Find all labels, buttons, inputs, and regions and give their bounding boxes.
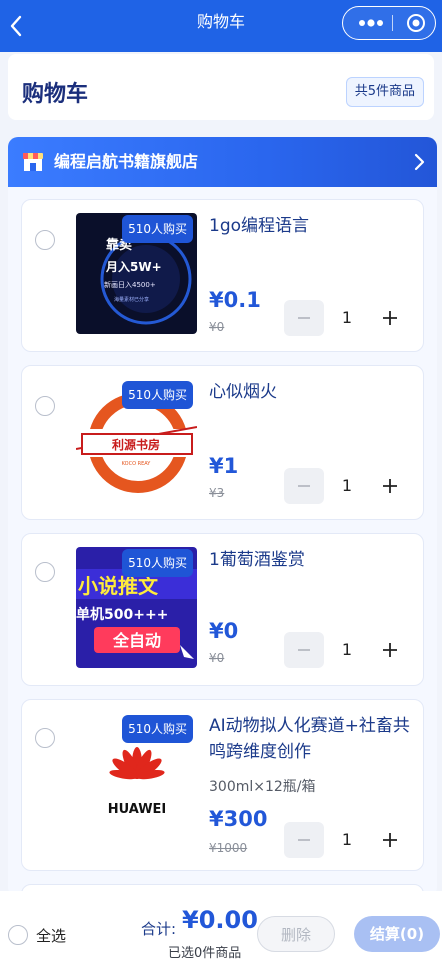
item-original-price: ¥0 [209,320,225,334]
purchase-count-badge: 510人购买 [122,715,193,743]
page-title: 购物车 [22,82,89,107]
cover-line-3: 新画日入4500+ [104,280,156,289]
capsule-divider [392,15,393,31]
item-thumbnail[interactable]: 小说推文 单机500+++ 全自动 510人购买 [76,547,197,668]
chevron-right-icon [414,153,425,171]
cover-line-2: 单机500+++ [76,606,168,623]
shop-header[interactable]: 编程启航书籍旗舰店 [8,137,437,187]
minus-icon [298,485,310,487]
item-original-price: ¥1000 [209,841,248,855]
total-label: 合计: [141,920,177,938]
item-select-radio[interactable] [35,230,55,250]
cart-item: 利源书房 KOCO REAY 510人购买 心似烟火 ¥1 ¥3 1 [21,365,424,520]
select-all-label: 全选 [36,926,67,945]
item-thumbnail[interactable]: HUAWEI 510人购买 [76,713,197,834]
purchase-count-badge: 510人购买 [122,381,193,409]
checkout-button[interactable]: 结算(0) [354,916,440,952]
more-dots-icon [359,19,383,27]
item-name[interactable]: 1go编程语言 [209,213,415,239]
item-name[interactable]: AI动物拟人化赛道+社畜共鸣跨维度创作 [209,713,415,765]
selected-count: 已选0件商品 [168,946,242,961]
plus-icon [383,311,397,325]
total-value: ¥0.00 [182,906,258,934]
delete-button[interactable]: 删除 [257,916,335,952]
item-name[interactable]: 1葡萄酒鉴赏 [209,547,415,573]
minus-button[interactable] [284,632,324,668]
purchase-count-badge: 510人购买 [122,549,193,577]
item-thumbnail[interactable]: 利源书房 KOCO REAY 510人购买 [76,379,197,500]
plus-button[interactable] [370,632,410,668]
item-count-badge: 共5件商品 [345,77,424,107]
plus-button[interactable] [370,300,410,336]
minus-button[interactable] [284,300,324,336]
item-thumbnail[interactable]: 靠卖 月入5W+ 新画日入4500+ 海量素材已分享 510人购买 [76,213,197,334]
capsule-close-icon [407,14,425,32]
item-select-radio[interactable] [35,562,55,582]
minus-button[interactable] [284,822,324,858]
item-price: ¥1 [209,454,239,478]
shop-group: 编程启航书籍旗舰店 靠卖 月入5W+ 新画日入4500+ 海量素材已分享 510… [8,137,437,897]
cover-line-2: 月入5W+ [105,260,162,274]
quantity-stepper: 1 [284,468,410,504]
plus-icon [383,833,397,847]
more-button[interactable] [355,11,387,35]
select-all-toggle[interactable]: 全选 [8,925,66,945]
cover-line-4: 海量素材已分享 [114,296,149,303]
item-price: ¥0 [209,619,239,643]
item-price: ¥300 [209,807,268,831]
plus-button[interactable] [370,822,410,858]
minus-icon [298,317,310,319]
minus-button[interactable] [284,468,324,504]
cart-item: 靠卖 月入5W+ 新画日入4500+ 海量素材已分享 510人购买 1go编程语… [21,199,424,352]
cover-line-2: KOCO REAY [122,461,152,467]
item-spec: 300ml×12瓶/箱 [209,779,316,795]
minus-icon [298,649,310,651]
minus-icon [298,839,310,841]
checkout-bar: 全选 合计: ¥0.00 已选0件商品 删除 结算(0) [0,891,442,975]
select-all-radio[interactable] [8,925,28,945]
quantity-stepper: 1 [284,632,410,668]
item-select-radio[interactable] [35,396,55,416]
item-name[interactable]: 心似烟火 [209,379,415,405]
cover-line-1: 小说推文 [78,574,159,598]
purchase-count-badge: 510人购买 [122,215,193,243]
cover-line-3: 全自动 [112,631,161,650]
quantity-stepper: 1 [284,300,410,336]
plus-icon [383,643,397,657]
quantity-value[interactable]: 1 [324,300,370,336]
item-price: ¥0.1 [209,288,261,312]
quantity-value[interactable]: 1 [324,468,370,504]
plus-button[interactable] [370,468,410,504]
mini-program-capsule [342,6,436,40]
shop-name: 编程启航书籍旗舰店 [54,152,199,171]
quantity-value[interactable]: 1 [324,632,370,668]
plus-icon [383,479,397,493]
quantity-stepper: 1 [284,822,410,858]
item-original-price: ¥3 [209,486,225,500]
cover-line-1: HUAWEI [108,802,167,817]
capsule-close-button[interactable] [403,11,429,35]
page-header: 购物车 共5件商品 [8,54,434,120]
shop-icon [23,153,43,171]
cart-item: HUAWEI 510人购买 AI动物拟人化赛道+社畜共鸣跨维度创作 300ml×… [21,699,424,871]
nav-bar: 购物车 [0,0,442,52]
quantity-value[interactable]: 1 [324,822,370,858]
item-select-radio[interactable] [35,728,55,748]
cart-item: 小说推文 单机500+++ 全自动 510人购买 1葡萄酒鉴赏 ¥0 ¥0 1 [21,533,424,686]
item-original-price: ¥0 [209,651,225,665]
cover-line-1: 利源书房 [112,437,160,452]
